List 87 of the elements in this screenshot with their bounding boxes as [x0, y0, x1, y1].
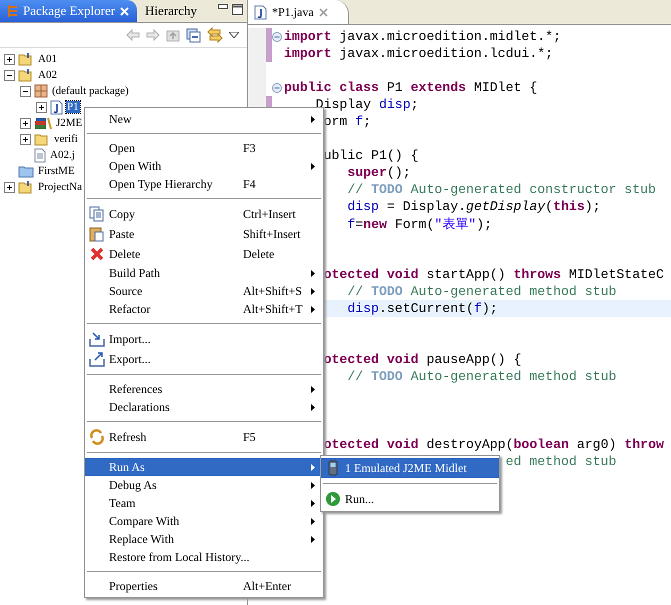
delete-icon	[89, 246, 105, 262]
menu-item[interactable]: Export...	[85, 349, 323, 369]
folder-icon	[34, 132, 50, 146]
menu-item[interactable]: Compare With	[85, 512, 323, 530]
menu-item[interactable]: Source Alt+Shift+S	[85, 282, 323, 300]
java-file-icon	[254, 4, 267, 20]
close-icon[interactable]	[318, 8, 328, 16]
expand-toggle-icon[interactable]	[4, 182, 15, 192]
collapse-toggle-icon[interactable]	[20, 86, 31, 96]
import-icon	[89, 331, 105, 347]
code-line: import javax.microedition.midlet.*;	[284, 29, 561, 44]
view-tab[interactable]: Package Explorer	[0, 0, 138, 22]
code-line: // TODO Auto-generated constructor stub	[347, 182, 656, 197]
expand-toggle-icon[interactable]	[4, 54, 15, 64]
view-tab[interactable]: Hierarchy	[137, 0, 206, 22]
tree-item[interactable]: A01	[37, 53, 58, 65]
tree-item[interactable]: FirstME	[37, 165, 76, 177]
run-icon	[325, 491, 341, 507]
package-icon	[34, 84, 48, 98]
menu-item[interactable]: Debug As	[85, 476, 323, 494]
menu-item[interactable]: Team	[85, 494, 323, 512]
menu-item[interactable]: Import...	[85, 329, 323, 349]
link-arrows-icon[interactable]	[207, 27, 223, 43]
menu-item[interactable]: Delete Delete	[85, 244, 323, 264]
menu-item[interactable]: Open F3	[85, 139, 323, 157]
project-folder-icon	[18, 180, 34, 194]
menu-item[interactable]: Properties Alt+Enter	[85, 577, 323, 595]
code-line: Display disp;	[316, 97, 419, 112]
code-line: public class P1 extends MIDlet {	[284, 80, 538, 95]
menu-item[interactable]: Build Path	[85, 264, 323, 282]
code-line: ed method stub	[506, 454, 616, 469]
tree-item[interactable]: (default package)	[51, 85, 130, 97]
collapse-toggle-icon[interactable]	[4, 70, 15, 80]
collapse-all-icon[interactable]	[186, 28, 201, 42]
menu-item[interactable]: Open With	[85, 157, 323, 175]
tree-item[interactable]: A02	[37, 69, 58, 81]
menu-item[interactable]: Copy Ctrl+Insert	[85, 204, 323, 224]
tree-item[interactable]: verifi	[53, 133, 79, 145]
closed-folder-icon	[18, 164, 34, 178]
code-line: ublic P1() {	[324, 148, 419, 163]
code-line: f=new Form("表單");	[347, 216, 492, 232]
code-line: otected void destroyApp(boolean arg0) throw	[324, 437, 664, 452]
copy-icon	[89, 206, 105, 222]
menu-item[interactable]: Refactor Alt+Shift+T	[85, 300, 323, 318]
menu-item[interactable]: Replace With	[85, 530, 323, 548]
view-menu-icon[interactable]	[229, 32, 239, 38]
clipboard-icon	[89, 226, 105, 242]
expand-toggle-icon[interactable]	[20, 134, 31, 144]
menu-item[interactable]: Open Type Hierarchy F4	[85, 175, 323, 193]
menu-item[interactable]: Declarations	[85, 398, 323, 416]
minimize-icon[interactable]	[218, 4, 228, 10]
code-line: // TODO Auto-generated method stub	[347, 369, 616, 384]
books-icon	[34, 116, 52, 130]
tree-item[interactable]: A02.j	[49, 149, 76, 161]
tree-item[interactable]: ProjectNa	[37, 181, 83, 193]
tree-item[interactable]: P1	[66, 101, 80, 113]
file-icon	[34, 148, 46, 162]
export-icon	[89, 351, 105, 367]
code-line: orm f;	[324, 114, 372, 129]
project-folder-icon	[18, 68, 34, 82]
code-line: otected void pauseApp() {	[324, 352, 522, 367]
menu-item[interactable]: References	[85, 380, 323, 398]
phone-icon	[327, 460, 339, 476]
menu-item[interactable]: Paste Shift+Insert	[85, 224, 323, 244]
refresh-icon	[89, 429, 105, 445]
menu-item[interactable]: New	[85, 110, 323, 128]
menu-item[interactable]: Run...	[321, 489, 499, 509]
code-line: super();	[347, 165, 411, 180]
expand-toggle-icon[interactable]	[36, 102, 47, 112]
code-line: disp.setCurrent(f);	[347, 301, 498, 316]
editor-tab[interactable]: *P1.java	[248, 0, 349, 24]
java-file-icon	[50, 100, 63, 114]
code-line: // TODO Auto-generated method stub	[347, 284, 616, 299]
menu-item[interactable]: Run As	[85, 458, 323, 476]
up-icon[interactable]	[166, 28, 180, 42]
code-line: import javax.microedition.lcdui.*;	[284, 46, 554, 61]
tree-item[interactable]: J2ME	[55, 117, 84, 129]
maximize-icon[interactable]	[232, 4, 243, 15]
code-line: disp = Display.getDisplay(this);	[347, 199, 601, 214]
menu-item[interactable]: Refresh F5	[85, 427, 323, 447]
project-folder-icon	[18, 52, 34, 66]
menu-item[interactable]: 1 Emulated J2ME Midlet	[321, 458, 499, 478]
fold-icon[interactable]	[272, 82, 282, 92]
expand-toggle-icon[interactable]	[20, 118, 31, 128]
menu-item[interactable]: Restore from Local History...	[85, 548, 323, 566]
fold-icon[interactable]	[272, 32, 282, 42]
code-line: otected void startApp() throws MIDletStateC	[324, 267, 664, 282]
